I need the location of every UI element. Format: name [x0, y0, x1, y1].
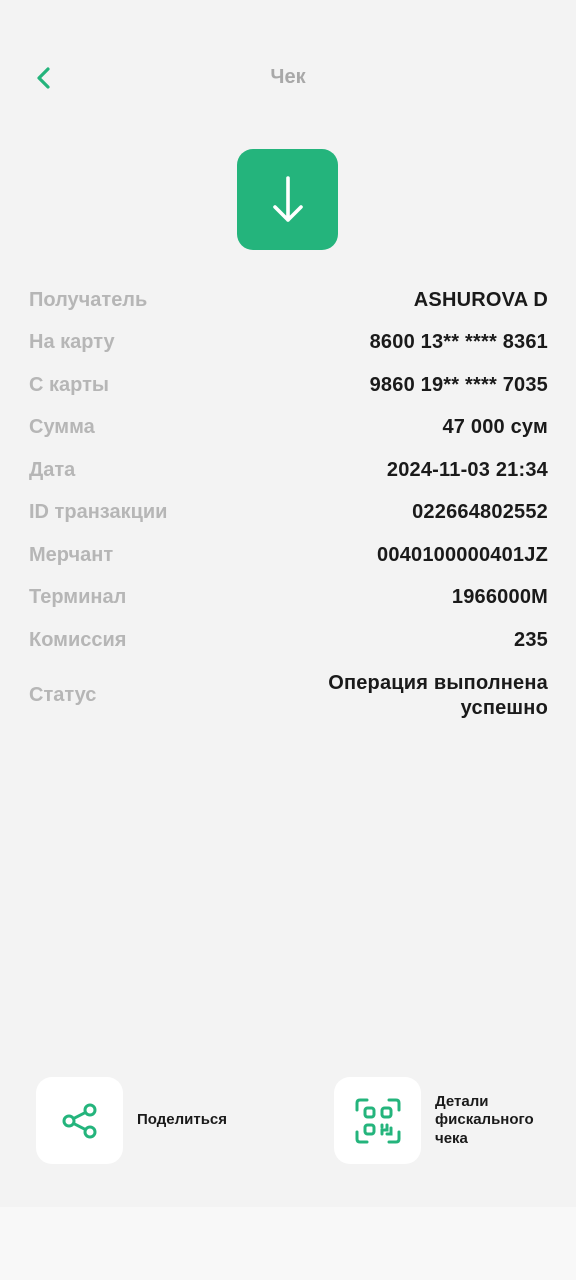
detail-value: 9860 19** **** 7035: [369, 373, 548, 396]
fiscal-label[interactable]: Детали фискального чека: [435, 1093, 555, 1149]
detail-label: Получатель: [29, 288, 148, 311]
detail-row-to-card: На карту 8600 13** **** 8361: [29, 322, 548, 365]
share-icon-box[interactable]: [36, 1077, 123, 1164]
detail-value: 1966000M: [451, 586, 548, 609]
detail-row-transaction-id: ID транзакции 022664802552: [29, 492, 548, 535]
detail-label: Терминал: [29, 586, 127, 609]
detail-row-amount: Сумма 47 000 сум: [29, 407, 548, 450]
header: Чек: [0, 50, 576, 106]
detail-value: 8600 13** **** 8361: [369, 331, 548, 354]
receipt-details: Получатель ASHUROVA D На карту 8600 13**…: [29, 279, 548, 730]
action-bar: Поделиться Детали фискального чека: [0, 1077, 576, 1165]
detail-row-commission: Комиссия 235: [29, 619, 548, 662]
detail-row-date: Дата 2024-11-03 21:34: [29, 449, 548, 492]
share-label[interactable]: Поделиться: [137, 1111, 227, 1130]
page-title: Чек: [270, 66, 306, 88]
detail-label: На карту: [29, 331, 115, 354]
detail-value: ASHUROVA D: [413, 288, 548, 311]
detail-label: Мерчант: [29, 543, 114, 566]
qr-scan-icon: [355, 1098, 400, 1143]
detail-value: 2024-11-03 21:34: [386, 458, 548, 481]
detail-label: ID транзакции: [29, 501, 168, 524]
detail-row-terminal: Терминал 1966000M: [29, 577, 548, 620]
detail-value: 0040100000401JZ: [377, 543, 548, 566]
share-icon: [62, 1103, 96, 1138]
detail-label: Статус: [29, 684, 97, 706]
detail-row-recipient: Получатель ASHUROVA D: [29, 279, 548, 322]
detail-label: Комиссия: [29, 628, 127, 651]
arrow-down-icon: [272, 175, 303, 222]
download-badge: [237, 149, 338, 250]
fiscal-details-button[interactable]: Детали фискального чека: [334, 1077, 555, 1164]
share-button[interactable]: Поделиться: [36, 1077, 227, 1164]
fiscal-icon-box[interactable]: [334, 1077, 421, 1164]
detail-label: Дата: [29, 458, 76, 481]
detail-label: С карты: [29, 373, 109, 396]
status-value: Операция выполнена успешно: [328, 671, 548, 719]
detail-value: 235: [514, 628, 548, 651]
bottom-bar: [0, 1207, 576, 1280]
detail-label: Сумма: [29, 416, 95, 439]
detail-row-from-card: С карты 9860 19** **** 7035: [29, 364, 548, 407]
detail-value: 022664802552: [412, 501, 548, 524]
detail-row-merchant: Мерчант 0040100000401JZ: [29, 534, 548, 577]
detail-value: 47 000 сум: [442, 416, 548, 439]
detail-row-status: Статус Операция выполнена успешно: [29, 662, 548, 730]
